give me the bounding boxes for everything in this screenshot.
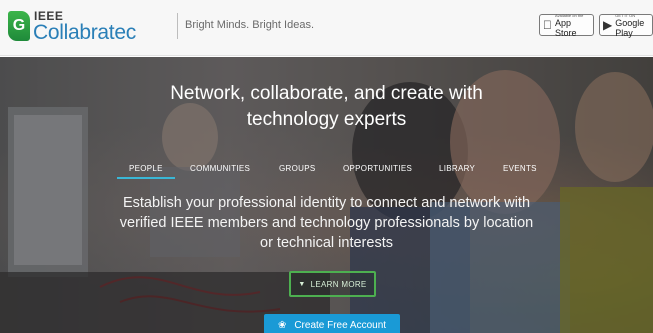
nav-item-opportunities[interactable]: OPPORTUNITIES: [343, 164, 412, 173]
app-store-label: App Store: [546, 18, 587, 38]
hero-title: Network, collaborate, and create with te…: [0, 81, 653, 133]
play-icon: ▶: [603, 18, 613, 32]
google-play-label: Google Play: [615, 17, 645, 38]
tagline-divider: [177, 13, 178, 39]
hero-section: Network, collaborate, and create with te…: [0, 57, 653, 333]
nav-item-people[interactable]: PEOPLE: [117, 164, 175, 179]
create-free-account-label: Create Free Account: [294, 319, 387, 331]
hero-title-line-2: technology experts: [246, 109, 407, 130]
apple-icon: : [543, 19, 552, 31]
nav-item-events[interactable]: EVENTS: [503, 164, 537, 173]
ieee-collabratec-logo[interactable]: G IEEE Collabratec: [8, 9, 168, 49]
app-store-badge[interactable]:  Available on the App Store: [539, 13, 594, 38]
site-header: G IEEE Collabratec Bright Minds. Bright …: [0, 0, 653, 56]
learn-more-label: LEARN MORE: [310, 279, 367, 289]
hero-description: Establish your professional identity to …: [0, 193, 653, 253]
nav-item-communities[interactable]: COMMUNITIES: [190, 164, 250, 173]
chevron-down-icon: ▼: [298, 280, 306, 288]
create-free-account-button[interactable]: ❀ Create Free Account: [264, 314, 400, 333]
hero-description-line-1: Establish your professional identity to …: [122, 195, 531, 211]
logo-collabratec-text: Collabratec: [33, 21, 136, 44]
logo-mark: G: [8, 11, 30, 41]
tagline: Bright Minds. Bright Ideas.: [185, 19, 315, 31]
nav-item-groups[interactable]: GROUPS: [279, 164, 315, 173]
nav-item-library[interactable]: LIBRARY: [439, 164, 475, 173]
hero-description-line-3: or technical interests: [260, 235, 393, 251]
hero-title-line-1: Network, collaborate, and create with: [170, 83, 483, 104]
hero-nav: PEOPLE COMMUNITIES GROUPS OPPORTUNITIES …: [0, 164, 653, 184]
hero-description-line-2: verified IEEE members and technology pro…: [119, 215, 534, 231]
learn-more-button[interactable]: ▼ LEARN MORE: [289, 271, 376, 297]
google-play-badge[interactable]: ▶ GET IT ON Google Play: [599, 13, 653, 38]
person-icon: ❀: [277, 319, 287, 331]
